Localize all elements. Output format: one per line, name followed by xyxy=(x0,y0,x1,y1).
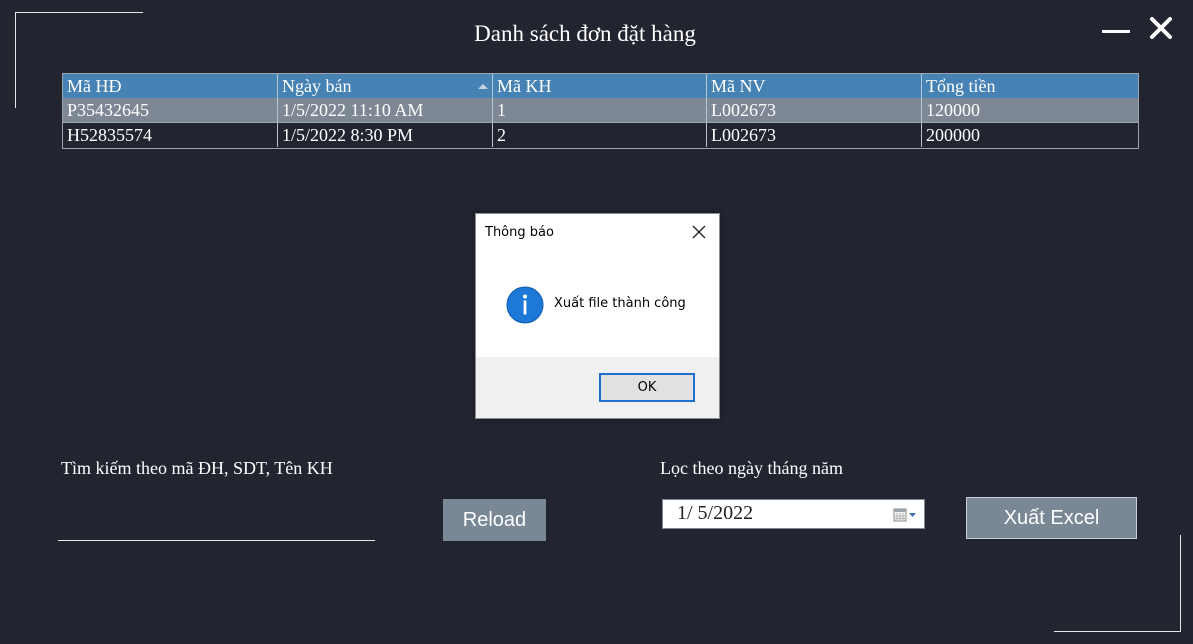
cell-ngay-ban[interactable]: 1/5/2022 11:10 AM xyxy=(278,98,493,122)
frame-corner-bottom-right-vertical xyxy=(1180,535,1181,632)
sort-ascending-icon xyxy=(478,84,488,89)
dialog-footer: OK xyxy=(476,357,719,418)
search-input[interactable] xyxy=(58,504,379,538)
cell-ma-hd[interactable]: P35432645 xyxy=(63,98,278,122)
search-underline xyxy=(58,540,375,541)
column-header-ma-kh[interactable]: Mã KH xyxy=(493,74,707,98)
page-title: Danh sách đơn đặt hàng xyxy=(474,21,696,46)
table-header: Mã HĐ Ngày bán Mã KH Mã NV Tổng tiền xyxy=(63,74,1138,98)
cell-tong-tien[interactable]: 200000 xyxy=(922,123,1138,147)
dialog-title: Thông báo xyxy=(485,225,554,240)
column-header-ngay-ban[interactable]: Ngày bán xyxy=(278,74,493,98)
cell-ma-kh[interactable]: 1 xyxy=(493,98,707,122)
cell-ma-kh[interactable]: 2 xyxy=(493,123,707,147)
message-dialog[interactable]: Thông báo Xuất file thành công OK xyxy=(475,213,720,419)
ok-button[interactable]: OK xyxy=(599,373,695,402)
dialog-close-icon[interactable] xyxy=(691,224,707,240)
calendar-dropdown-icon[interactable] xyxy=(893,508,917,522)
column-header-label: Ngày bán xyxy=(282,76,352,96)
close-button[interactable] xyxy=(1147,14,1175,42)
date-picker[interactable]: 1/ 5/2022 xyxy=(662,499,925,529)
cell-ngay-ban[interactable]: 1/5/2022 8:30 PM xyxy=(278,123,493,147)
frame-corner-top-left xyxy=(15,12,143,13)
column-header-ma-nv[interactable]: Mã NV xyxy=(707,74,922,98)
table-row[interactable]: P35432645 1/5/2022 11:10 AM 1 L002673 12… xyxy=(63,98,1138,122)
reload-button[interactable]: Reload xyxy=(443,499,546,541)
cell-ma-nv[interactable]: L002673 xyxy=(707,98,922,122)
cell-ma-nv[interactable]: L002673 xyxy=(707,123,922,147)
date-picker-value[interactable]: 1/ 5/2022 xyxy=(677,502,753,525)
cell-tong-tien[interactable]: 120000 xyxy=(922,98,1138,122)
column-header-ma-hd[interactable]: Mã HĐ xyxy=(63,74,278,98)
minimize-icon xyxy=(1102,30,1130,33)
export-excel-button[interactable]: Xuất Excel xyxy=(966,497,1137,539)
info-icon xyxy=(506,286,544,324)
frame-corner-bottom-right xyxy=(1054,631,1181,632)
minimize-button[interactable] xyxy=(1102,18,1130,46)
orders-table[interactable]: Mã HĐ Ngày bán Mã KH Mã NV Tổng tiền P35… xyxy=(62,73,1139,149)
table-row[interactable]: H52835574 1/5/2022 8:30 PM 2 L002673 200… xyxy=(63,123,1138,147)
search-label: Tìm kiếm theo mã ĐH, SDT, Tên KH xyxy=(61,458,333,478)
column-header-tong-tien[interactable]: Tổng tiền xyxy=(922,74,1138,98)
date-filter-label: Lọc theo ngày tháng năm xyxy=(660,458,843,478)
cell-ma-hd[interactable]: H52835574 xyxy=(63,123,278,147)
dialog-message: Xuất file thành công xyxy=(554,296,686,311)
close-icon xyxy=(1150,17,1172,39)
